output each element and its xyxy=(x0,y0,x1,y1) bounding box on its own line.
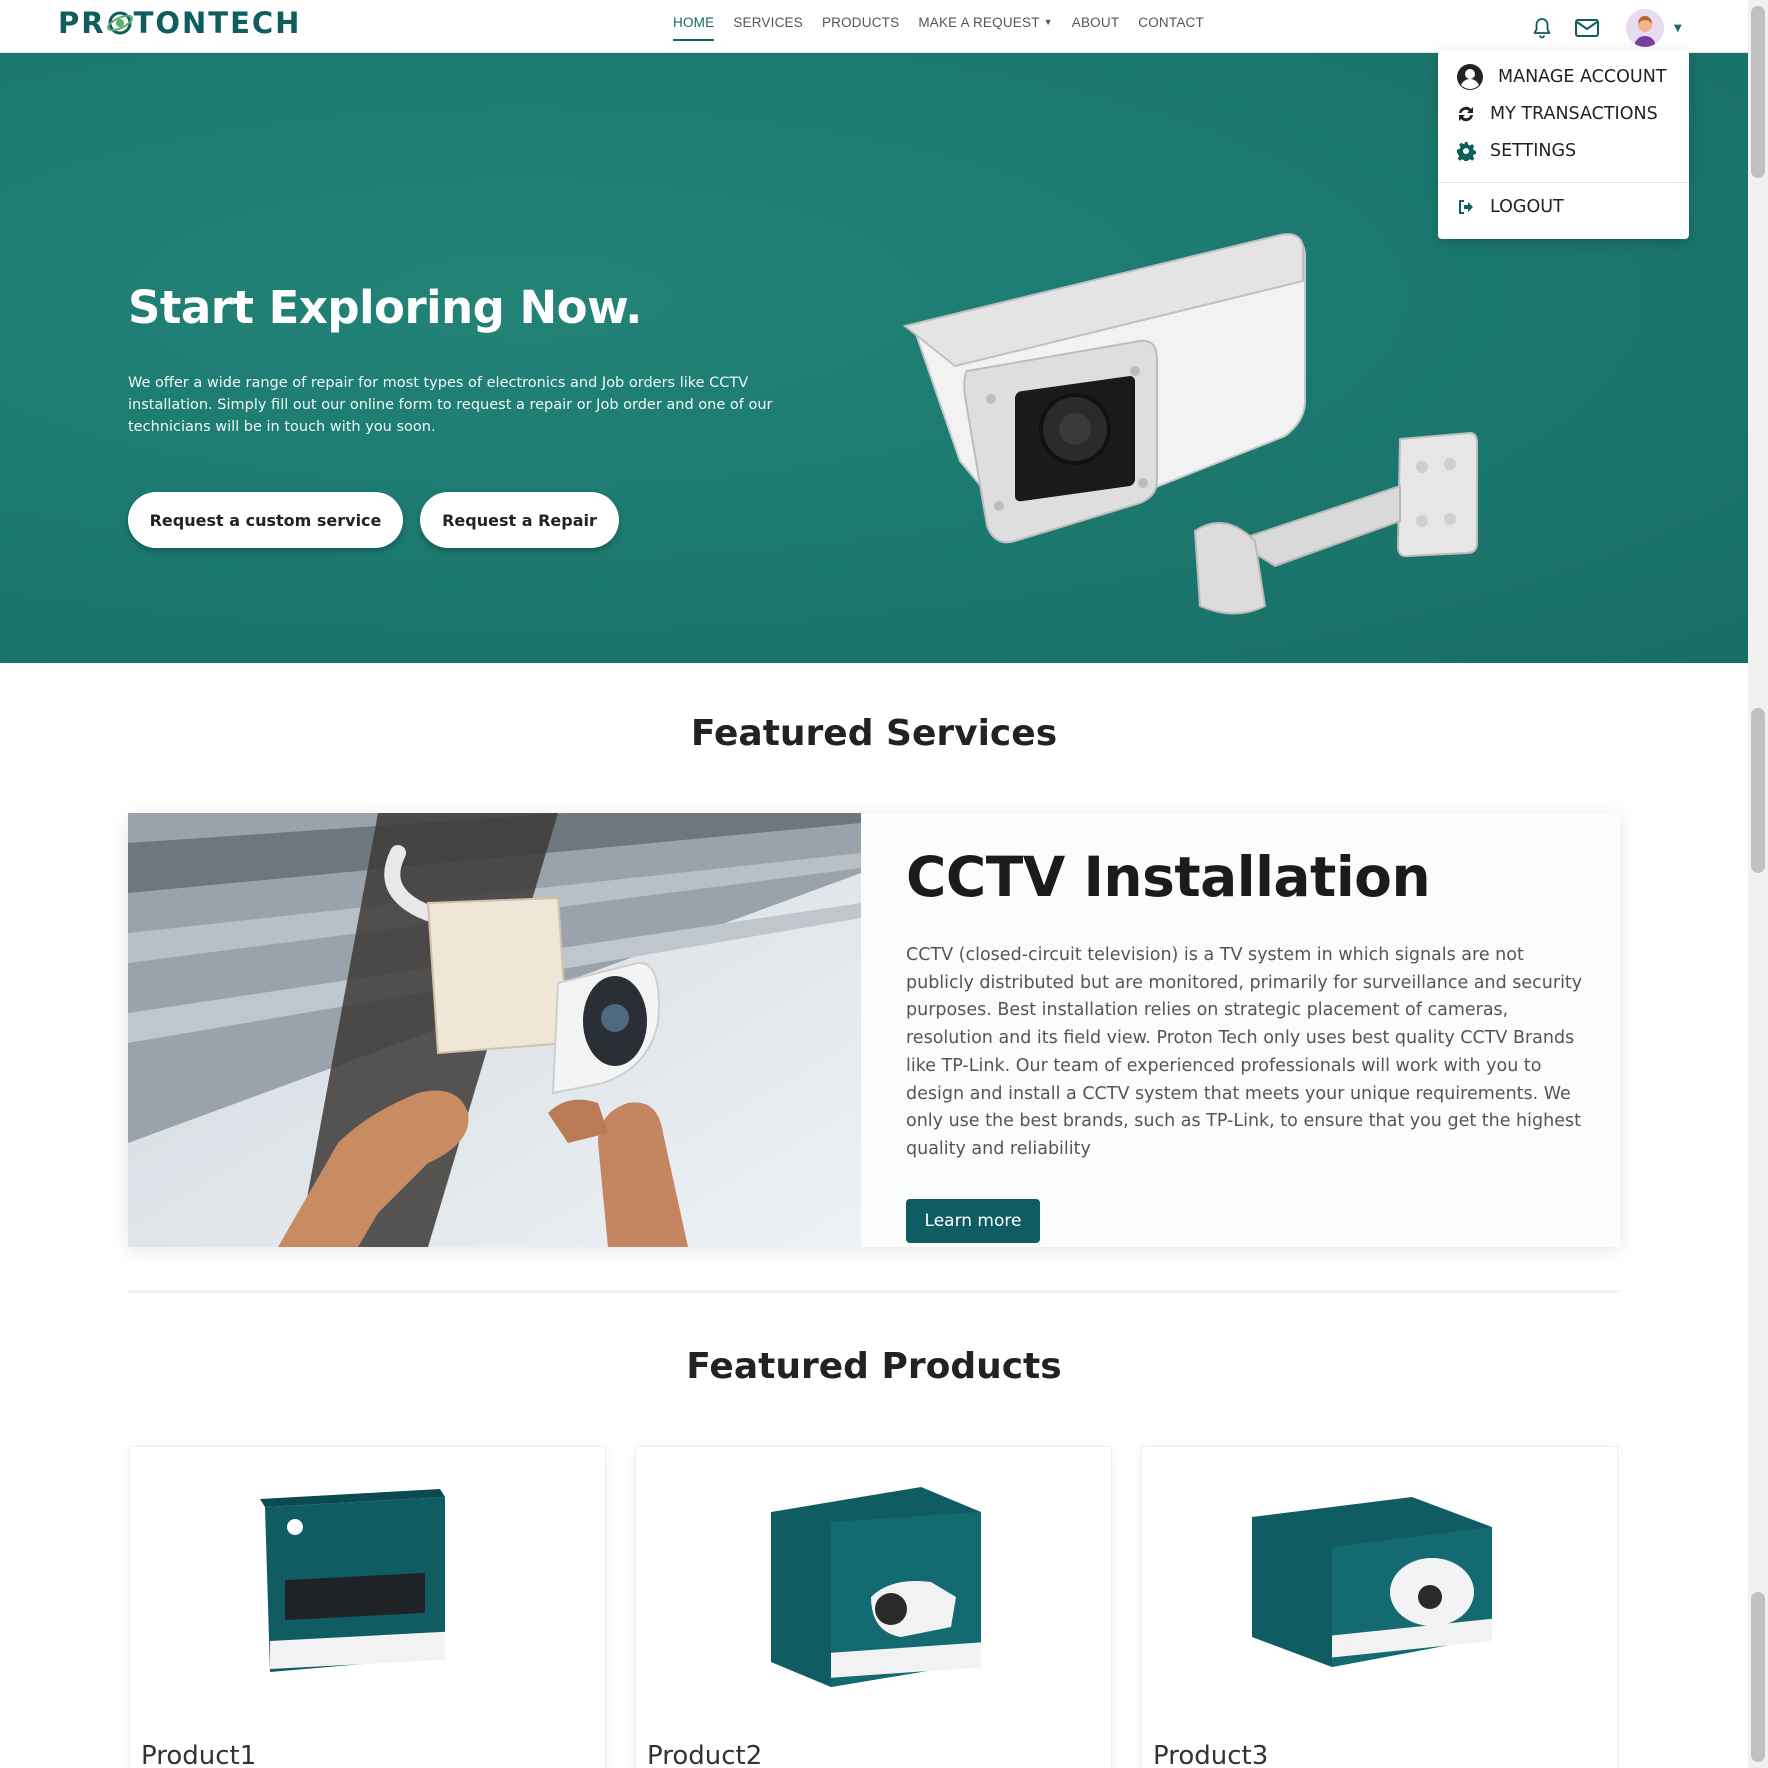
product-card[interactable]: Product2 xyxy=(635,1446,1112,1768)
main-nav: HOME SERVICES PRODUCTS MAKE A REQUEST ▼ A… xyxy=(673,15,1204,41)
mail-icon[interactable] xyxy=(1574,17,1600,39)
page-scrollbar[interactable] xyxy=(1748,0,1768,1768)
product-card[interactable]: Product3 xyxy=(1141,1446,1618,1768)
user-circle-icon xyxy=(1457,64,1483,90)
cctv-install-photo xyxy=(128,813,861,1247)
menu-manage-account-label: MANAGE ACCOUNT xyxy=(1498,67,1667,87)
nav-about[interactable]: ABOUT xyxy=(1072,15,1120,41)
menu-logout-label: LOGOUT xyxy=(1490,197,1564,217)
chevron-down-icon: ▼ xyxy=(1043,17,1053,27)
product-name: Product3 xyxy=(1153,1741,1269,1768)
section-divider xyxy=(128,1290,1620,1293)
nav-make-request-label: MAKE A REQUEST xyxy=(918,15,1040,30)
product1-box-image xyxy=(260,1489,445,1672)
cctv-camera-image xyxy=(902,233,1478,615)
menu-logout[interactable]: LOGOUT xyxy=(1456,197,1564,217)
nav-actions: ▼ xyxy=(1530,9,1682,47)
product2-box-image xyxy=(771,1487,981,1687)
menu-settings-label: SETTINGS xyxy=(1490,141,1577,161)
menu-settings[interactable]: SETTINGS xyxy=(1456,141,1576,161)
hero-title: Start Exploring Now. xyxy=(128,281,642,334)
featured-services-title: Featured Services xyxy=(690,713,1058,754)
nav-services-label: SERVICES xyxy=(733,15,803,30)
avatar[interactable] xyxy=(1626,9,1664,47)
caret-down-icon[interactable]: ▼ xyxy=(1674,23,1682,34)
service-description: CCTV (closed-circuit television) is a TV… xyxy=(906,945,1583,1159)
scrollbar-thumb[interactable] xyxy=(1751,6,1765,178)
nav-make-request[interactable]: MAKE A REQUEST ▼ xyxy=(918,15,1052,41)
menu-my-transactions[interactable]: MY TRANSACTIONS xyxy=(1456,104,1658,124)
product-card[interactable]: Product1 xyxy=(129,1446,606,1768)
nav-products[interactable]: PRODUCTS xyxy=(822,15,899,41)
logout-icon xyxy=(1459,200,1473,214)
brand-logo[interactable]: PR TONTECH xyxy=(58,6,301,40)
nav-contact-label: CONTACT xyxy=(1138,15,1204,30)
featured-products-title: Featured Products xyxy=(686,1346,1062,1387)
gear-icon xyxy=(1457,142,1476,161)
user-dropdown-menu: MANAGE ACCOUNT MY TRANSACTIONS SETTINGS … xyxy=(1438,50,1689,239)
learn-more-button[interactable]: Learn more xyxy=(906,1199,1040,1243)
globe-icon xyxy=(106,11,133,35)
nav-services[interactable]: SERVICES xyxy=(733,15,803,41)
menu-manage-account[interactable]: MANAGE ACCOUNT xyxy=(1456,63,1666,91)
nav-home-label: HOME xyxy=(673,15,715,30)
nav-home[interactable]: HOME xyxy=(673,15,715,41)
product-name: Product1 xyxy=(141,1741,257,1768)
user-avatar-icon xyxy=(1626,9,1664,47)
logo-text-left: PR xyxy=(58,6,106,40)
nav-contact[interactable]: CONTACT xyxy=(1138,15,1204,41)
menu-my-transactions-label: MY TRANSACTIONS xyxy=(1490,104,1658,124)
refresh-icon xyxy=(1459,106,1473,122)
hero-description: We offer a wide range of repair for most… xyxy=(128,375,773,435)
menu-divider xyxy=(1438,182,1689,183)
scrollbar-thumb[interactable] xyxy=(1751,708,1765,873)
nav-products-label: PRODUCTS xyxy=(821,15,900,30)
navbar: PR TONTECH HOME SERVICES PRODUCTS MAKE A… xyxy=(0,0,1748,53)
service-heading: CCTV Installation xyxy=(906,845,1431,909)
request-custom-service-button[interactable]: Request a custom service xyxy=(128,492,403,548)
scrollbar-thumb[interactable] xyxy=(1751,1592,1765,1762)
logo-text-right: TONTECH xyxy=(133,6,302,40)
bell-icon[interactable] xyxy=(1530,16,1554,40)
product3-box-image xyxy=(1252,1497,1492,1667)
request-repair-button[interactable]: Request a Repair xyxy=(420,492,619,548)
product-name: Product2 xyxy=(647,1741,763,1768)
cctv-installation-image xyxy=(128,813,861,1247)
nav-about-label: ABOUT xyxy=(1071,15,1120,30)
